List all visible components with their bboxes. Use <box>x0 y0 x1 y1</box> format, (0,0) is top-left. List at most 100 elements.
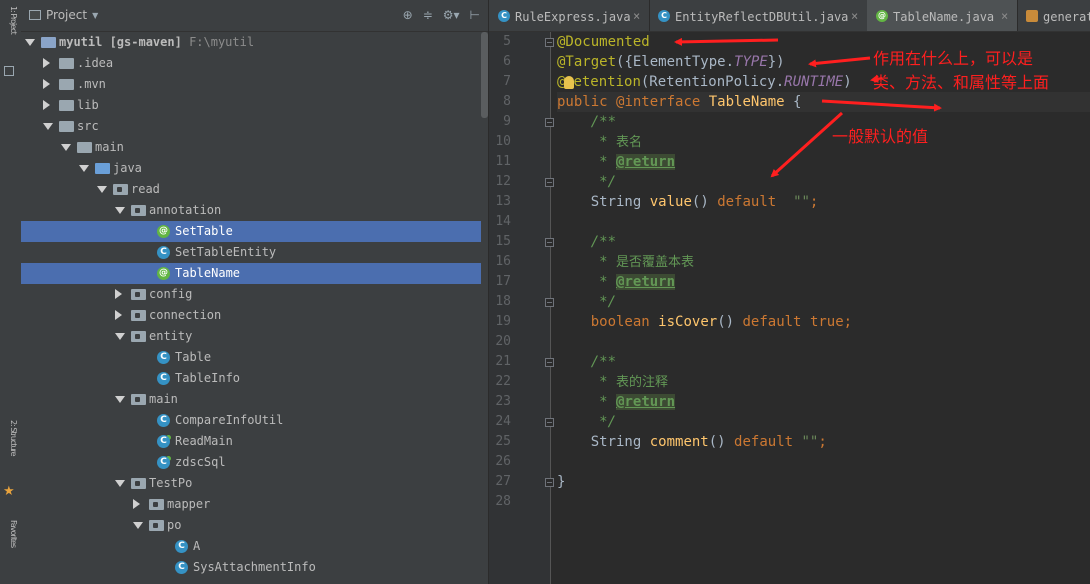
expand-arrow-icon[interactable] <box>115 396 125 403</box>
fold-marker-icon[interactable] <box>545 118 554 127</box>
close-tab-icon[interactable]: × <box>851 9 858 23</box>
tree-item-label: TableInfo <box>175 371 241 385</box>
tree-item-lib[interactable]: lib <box>21 95 481 116</box>
collapse-arrow-icon[interactable] <box>115 310 122 320</box>
line-number: 28 <box>495 494 511 509</box>
java-class-icon: C <box>157 414 170 427</box>
java-class-icon: C <box>157 372 170 385</box>
tree-item-po[interactable]: po <box>21 515 481 536</box>
tree-item-settable[interactable]: @ SetTable <box>21 221 481 242</box>
close-tab-icon[interactable]: × <box>633 9 640 23</box>
code-line-27: } <box>557 474 566 490</box>
expand-arrow-icon[interactable] <box>43 123 53 130</box>
project-view-selector[interactable]: Project ▼ <box>29 8 98 22</box>
java-class-icon: C <box>157 246 170 259</box>
collapse-arrow-icon[interactable] <box>115 289 122 299</box>
settings-gear-icon[interactable]: ⚙▾ <box>443 8 460 22</box>
code-line-5: @Documented <box>557 34 650 50</box>
fold-marker-icon[interactable] <box>545 178 554 187</box>
tree-item-read[interactable]: read <box>21 179 481 200</box>
editor-tab-generat[interactable]: generat <box>1017 0 1090 31</box>
tree-item-settableentity[interactable]: C SetTableEntity <box>21 242 481 263</box>
collapse-all-icon[interactable]: ≑ <box>423 8 433 22</box>
project-tool-icon[interactable] <box>4 66 14 76</box>
code-view[interactable]: @Documented @Target({ElementType.TYPE}) … <box>557 32 1090 584</box>
fold-marker-icon[interactable] <box>545 478 554 487</box>
fold-marker-icon[interactable] <box>545 418 554 427</box>
structure-tool-tab[interactable]: 2: Structure <box>2 420 18 480</box>
tree-item-sysattachmentinfo[interactable]: C SysAttachmentInfo <box>21 557 481 578</box>
tree-item-zdscsql[interactable]: CzdscSql <box>21 452 481 473</box>
expand-arrow-icon[interactable] <box>61 144 71 151</box>
expand-arrow-icon[interactable] <box>115 333 125 340</box>
line-number: 16 <box>495 254 511 269</box>
editor-tab-entityreflectdbutiljava[interactable]: C EntityReflectDBUtil.java × <box>649 0 868 31</box>
code-line-15: /** <box>590 234 617 250</box>
tree-item-tablename[interactable]: @ TableName <box>21 263 481 284</box>
code-line-24: */ <box>599 414 617 430</box>
tree-item-main[interactable]: main <box>21 137 481 158</box>
tree-item-java[interactable]: java <box>21 158 481 179</box>
tree-item-mapper[interactable]: mapper <box>21 494 481 515</box>
tree-item-annotation[interactable]: annotation <box>21 200 481 221</box>
expand-arrow-icon[interactable] <box>25 39 35 46</box>
tree-item-label: annotation <box>149 203 222 217</box>
tree-item-label: src <box>77 119 99 133</box>
line-number: 10 <box>495 134 511 149</box>
java-class-icon: C <box>157 456 170 469</box>
expand-arrow-icon[interactable] <box>79 165 89 172</box>
fold-marker-icon[interactable] <box>545 298 554 307</box>
tree-item-myutil[interactable]: myutil [gs-maven] F:\myutil <box>21 32 481 53</box>
expand-arrow-icon[interactable] <box>97 186 107 193</box>
folder-icon <box>59 79 74 90</box>
tree-item-mvn[interactable]: .mvn <box>21 74 481 95</box>
collapse-arrow-icon[interactable] <box>43 79 50 89</box>
project-scrollbar[interactable] <box>481 32 488 118</box>
collapse-arrow-icon[interactable] <box>133 499 140 509</box>
editor-tab-ruleexpressjava[interactable]: C RuleExpress.java × <box>489 0 650 31</box>
tree-item-label: ReadMain <box>175 434 233 448</box>
scroll-from-source-icon[interactable]: ⊕ <box>403 8 413 22</box>
collapse-arrow-icon[interactable] <box>43 58 50 68</box>
annotation-type-icon: @ <box>157 267 170 280</box>
expand-arrow-icon[interactable] <box>115 480 125 487</box>
tree-item-readmain[interactable]: C ReadMain <box>21 431 481 452</box>
expand-arrow-icon[interactable] <box>115 207 125 214</box>
favorites-star-icon[interactable]: ★ <box>3 484 15 499</box>
tree-item-compareinfoutil[interactable]: C CompareInfoUtil <box>21 410 481 431</box>
project-panel: Project ▼ ⊕ ≑ ⚙▾ ⊢ myutil [gs-maven] F:\… <box>21 0 489 584</box>
tree-item-a[interactable]: CA <box>21 536 481 557</box>
collapse-arrow-icon[interactable] <box>43 100 50 110</box>
fold-marker-icon[interactable] <box>545 38 554 47</box>
tree-item-label: Table <box>175 350 212 364</box>
tree-item-table[interactable]: C Table <box>21 347 481 368</box>
editor-tab-tablenamejava[interactable]: @ TableName.java × <box>867 0 1018 31</box>
fold-marker-icon[interactable] <box>545 238 554 247</box>
line-number: 14 <box>495 214 511 229</box>
line-number: 26 <box>495 454 511 469</box>
tree-item-label: java <box>113 161 142 175</box>
code-line-18: */ <box>599 294 617 310</box>
tree-item-tableinfo[interactable]: C TableInfo <box>21 368 481 389</box>
hide-panel-icon[interactable]: ⊢ <box>470 8 480 22</box>
line-number: 8 <box>503 94 511 109</box>
close-tab-icon[interactable]: × <box>1001 9 1008 23</box>
tree-item-connection[interactable]: connection <box>21 305 481 326</box>
tree-item-label: lib <box>77 98 99 112</box>
annotation-note-target: 作用在什么上，可以是 类、方法、和属性等上面 <box>873 49 1050 92</box>
fold-marker-icon[interactable] <box>545 358 554 367</box>
project-panel-header: Project ▼ ⊕ ≑ ⚙▾ ⊢ <box>21 0 488 32</box>
package-icon <box>131 310 146 321</box>
project-panel-toolbar: ⊕ ≑ ⚙▾ ⊢ <box>403 8 480 22</box>
expand-arrow-icon[interactable] <box>133 522 143 529</box>
tree-item-config[interactable]: config <box>21 284 481 305</box>
code-line-8: public @interface TableName { <box>557 92 1090 112</box>
tree-item-main[interactable]: main <box>21 389 481 410</box>
tree-item-idea[interactable]: .idea <box>21 53 481 74</box>
tree-item-src[interactable]: src <box>21 116 481 137</box>
line-number: 19 <box>495 314 511 329</box>
favorites-tool-tab[interactable]: Favorites <box>2 520 18 580</box>
tree-item-label: mapper <box>167 497 211 511</box>
tree-item-testpo[interactable]: TestPo <box>21 473 481 494</box>
tree-item-entity[interactable]: entity <box>21 326 481 347</box>
